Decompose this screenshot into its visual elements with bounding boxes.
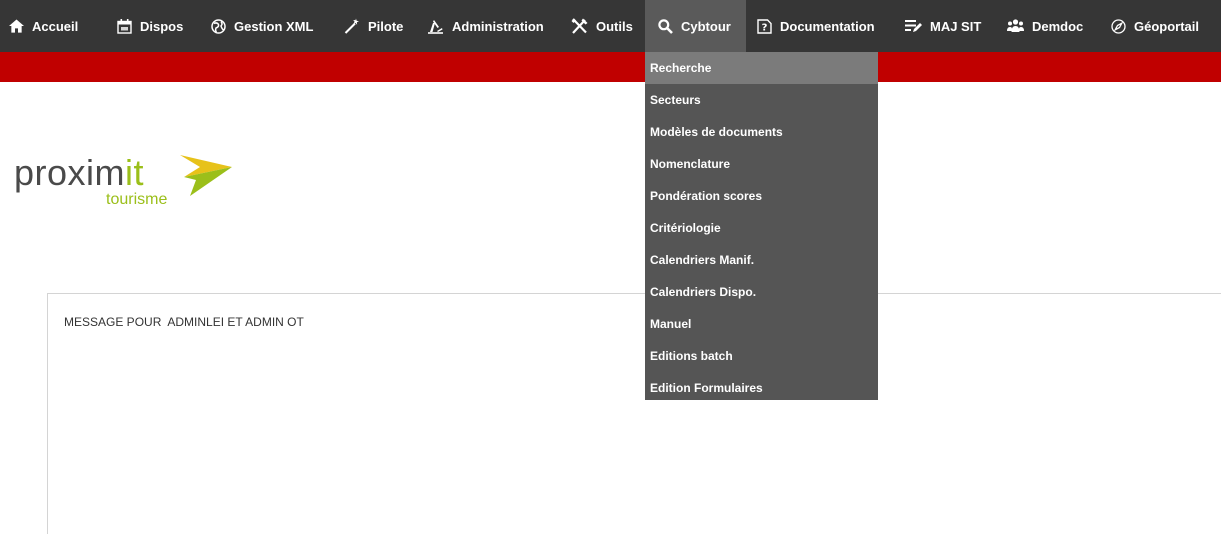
nav-label-documentation: Documentation <box>780 18 875 34</box>
nav-item-accueil[interactable]: Accueil <box>9 0 78 52</box>
admin-icon <box>427 19 444 34</box>
people-icon <box>1007 19 1024 33</box>
logo-arrow-icon <box>180 155 232 196</box>
nav-item-outils[interactable]: Outils <box>571 0 633 52</box>
nav-label-outils: Outils <box>596 18 633 34</box>
nav-item-gestion-xml[interactable]: Gestion XML <box>211 0 313 52</box>
nav-label-dispos: Dispos <box>140 18 184 34</box>
nav-label-cybtour: Cybtour <box>681 18 731 34</box>
nav-label-maj-sit: MAJ SIT <box>930 18 982 34</box>
nav-label-pilote: Pilote <box>368 18 404 34</box>
nav-item-demdoc[interactable]: Demdoc <box>1007 0 1083 52</box>
svg-text:?: ? <box>762 23 768 34</box>
nav-item-administration[interactable]: Administration <box>427 0 544 52</box>
menu-item-secteurs[interactable]: Secteurs <box>645 84 878 116</box>
nav-label-gestion-xml: Gestion XML <box>234 18 314 34</box>
calendar-icon <box>117 18 132 34</box>
home-icon <box>9 19 24 33</box>
menu-item-recherche[interactable]: Recherche <box>645 52 878 84</box>
nav-label-demdoc: Demdoc <box>1032 18 1084 34</box>
help-document-icon: ? <box>757 18 772 34</box>
nav-item-pilote[interactable]: Pilote <box>344 0 403 52</box>
menu-item-nomenclature[interactable]: Nomenclature <box>645 148 878 180</box>
menu-item-ponderation-scores[interactable]: Pondération scores <box>645 180 878 212</box>
menu-item-calendriers-dispo[interactable]: Calendriers Dispo. <box>645 276 878 308</box>
nav-item-documentation[interactable]: ? Documentation <box>757 0 875 52</box>
menu-item-editions-batch[interactable]: Editions batch <box>645 340 878 372</box>
nav-label-geoportail: Géoportail <box>1134 18 1200 34</box>
logo-tagline: tourisme <box>106 191 168 208</box>
nav-item-cybtour[interactable]: Cybtour <box>645 0 746 52</box>
proximit-tourisme-logo: proximit tourisme <box>14 152 234 217</box>
nav-item-dispos[interactable]: Dispos <box>117 0 183 52</box>
menu-item-modeles-de-documents[interactable]: Modèles de documents <box>645 116 878 148</box>
globe-icon <box>211 18 226 34</box>
red-accent-band <box>0 52 1221 82</box>
search-icon <box>658 18 673 34</box>
nav-item-maj-sit[interactable]: MAJ SIT <box>905 0 981 52</box>
magic-wand-icon <box>344 18 360 34</box>
logo-wordmark: proximit <box>14 152 145 193</box>
tools-icon <box>571 18 588 34</box>
menu-item-calendriers-manif[interactable]: Calendriers Manif. <box>645 244 878 276</box>
menu-item-criteriologie[interactable]: Critériologie <box>645 212 878 244</box>
menu-item-edition-formulaires[interactable]: Edition Formulaires <box>645 372 878 404</box>
message-panel: MESSAGE POUR ADMINLEI ET ADMIN OT <box>47 293 1221 534</box>
menu-item-manuel[interactable]: Manuel <box>645 308 878 340</box>
compass-icon <box>1111 18 1126 34</box>
nav-label-administration: Administration <box>452 18 544 34</box>
cybtour-dropdown-menu: Recherche Secteurs Modèles de documents … <box>645 52 878 400</box>
top-navigation-bar: Accueil Dispos Gestion XML Pilote Admini… <box>0 0 1221 52</box>
edit-list-icon <box>905 19 922 33</box>
nav-item-geoportail[interactable]: Géoportail <box>1111 0 1199 52</box>
nav-label-accueil: Accueil <box>32 18 79 34</box>
admin-message-text: MESSAGE POUR ADMINLEI ET ADMIN OT <box>64 315 304 329</box>
